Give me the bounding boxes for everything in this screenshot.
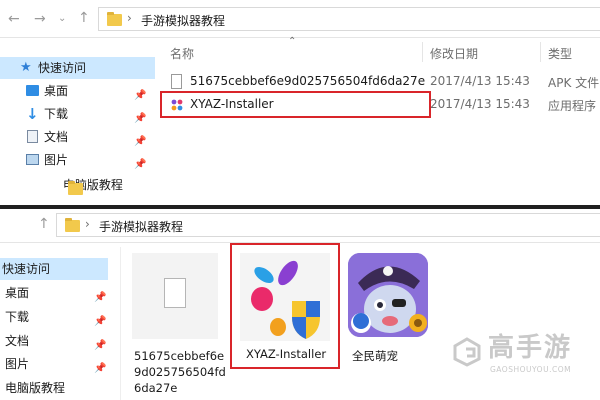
back-arrow-icon[interactable]: ← [8,12,20,26]
file-tile[interactable]: 51675cebbef6e 9d025756504fd 6da27e [130,253,226,398]
file-type: 应用程序 [548,99,597,113]
sidebar-item-documents[interactable]: 文档 📌 [0,126,155,148]
column-header-type[interactable]: 类型 [548,45,572,62]
sort-chevron-icon: ⌃ [288,36,297,47]
highlight-box [160,91,431,118]
watermark: 高手游 GAOSHOUYOU.COM [452,329,598,379]
game-thumbnail [348,253,428,337]
desktop-icon [26,85,39,96]
sidebar-divider [120,247,121,400]
sidebar-item-pictures[interactable]: 图片 📌 [0,353,110,375]
breadcrumb-separator: › [85,217,90,231]
folder-icon [65,218,80,232]
tile-label: 9d025756504fd [134,365,226,379]
top-sidebar: ★ 快速访问 桌面 📌 ↓ 下载 📌 文档 📌 图片 📌 电脑版教程 [0,48,160,205]
forward-arrow-icon[interactable]: → [34,12,46,26]
download-icon: ↓ [26,105,39,123]
file-date: 2017/4/13 15:43 [430,74,530,88]
sidebar-item-quick-access[interactable]: ★ 快速访问 [0,57,155,79]
breadcrumb[interactable]: 手游模拟器教程 [141,12,225,29]
document-icon [27,130,38,143]
top-navbar: ← → ⌄ ↑ › 手游模拟器教程 [0,0,600,38]
up-arrow-icon[interactable]: ↑ [38,217,50,231]
column-divider [422,42,423,62]
sidebar-item-desktop[interactable]: 桌面 📌 [0,80,155,102]
breadcrumb-separator: › [127,11,132,25]
folder-icon [107,12,122,26]
picture-icon [26,154,39,165]
bottom-sidebar: 快速访问 桌面 📌 下载 📌 文档 📌 图片 📌 电脑版教程 [0,247,120,400]
star-icon: ★ [20,60,32,75]
up-arrow-icon[interactable]: ↑ [78,11,90,25]
watermark-subtext: GAOSHOUYOU.COM [490,365,572,374]
address-bar[interactable]: › 手游模拟器教程 [56,213,600,237]
sidebar-item-downloads[interactable]: ↓ 下载 📌 [0,103,155,125]
sidebar-item-downloads[interactable]: 下载 📌 [0,306,110,328]
file-date: 2017/4/13 15:43 [430,97,530,111]
file-type: APK 文件 [548,76,600,90]
file-icon [164,278,186,308]
file-row[interactable]: 51675cebbef6e9d025756504fd6da27e 2017/4/… [162,71,600,93]
highlight-box [230,243,340,369]
bottom-explorer-window: ↑ › 手游模拟器教程 快速访问 桌面 📌 下载 📌 文档 📌 图片 📌 电脑版… [0,209,600,400]
breadcrumb[interactable]: 手游模拟器教程 [99,218,183,235]
file-name: 51675cebbef6e9d025756504fd6da27e [190,74,426,88]
folder-icon [68,181,83,195]
pin-icon[interactable]: 📌 [134,154,146,176]
file-tile[interactable]: 全民萌宠 [346,253,442,363]
sidebar-item-pc-tutorials[interactable]: 电脑版教程 [0,174,155,196]
sidebar-item-desktop[interactable]: 桌面 📌 [0,282,110,304]
column-header-date[interactable]: 修改日期 [430,45,478,62]
column-header-name[interactable]: 名称 [170,45,194,62]
sidebar-item-pictures[interactable]: 图片 📌 [0,149,155,171]
gaoshouyou-logo-icon [453,337,481,367]
bottom-navbar: ↑ › 手游模拟器教程 [0,209,600,243]
sidebar-item-documents[interactable]: 文档 📌 [0,330,110,352]
sidebar-item-pc-tutorials[interactable]: 电脑版教程 [0,377,110,399]
file-thumbnail [132,253,218,339]
tile-label: 6da27e [134,381,178,395]
file-icon [171,74,182,89]
top-explorer-window: ← → ⌄ ↑ › 手游模拟器教程 ★ 快速访问 桌面 📌 ↓ 下载 📌 文档 … [0,0,600,205]
tile-label: 51675cebbef6e [134,349,225,363]
tile-label: 全民萌宠 [352,349,398,363]
column-divider [540,42,541,62]
watermark-text: 高手游 [488,333,573,363]
dropdown-chevron-icon[interactable]: ⌄ [58,12,66,26]
address-bar[interactable]: › 手游模拟器教程 [98,7,600,31]
baidu-paw-icon [353,313,369,329]
sidebar-item-quick-access[interactable]: 快速访问 [0,258,108,280]
